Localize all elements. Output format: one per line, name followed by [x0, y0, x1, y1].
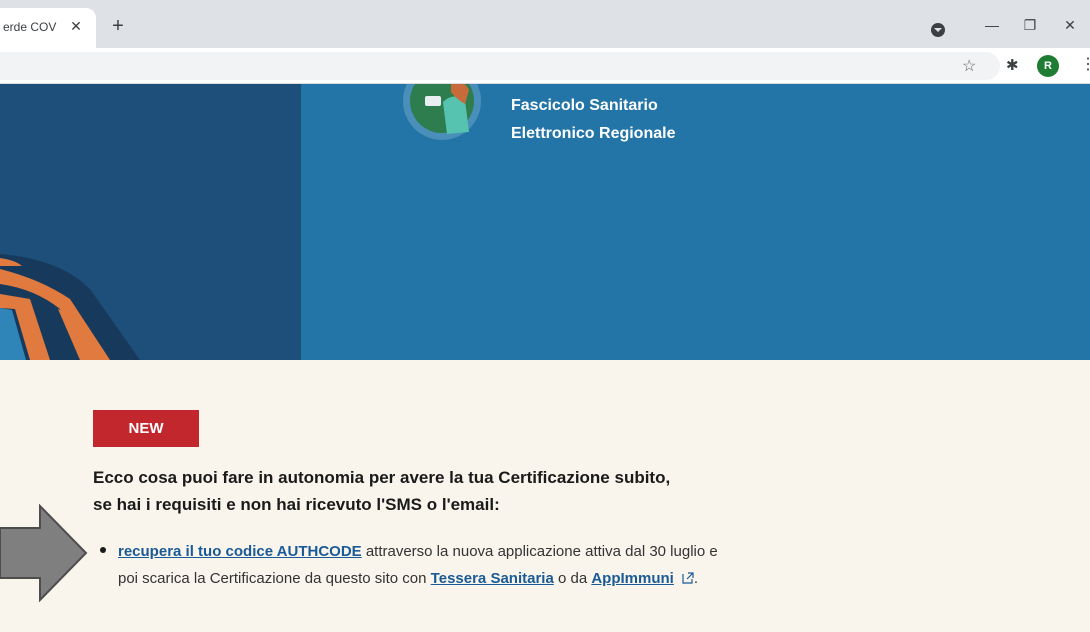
main-content: NEW Ecco cosa puoi fare in autonomia per… [0, 360, 1090, 632]
fse-logo-icon [403, 84, 481, 140]
authcode-link[interactable]: recupera il tuo codice AUTHCODE [118, 543, 362, 560]
car-illustration [0, 254, 140, 360]
external-link-icon[interactable] [682, 572, 694, 584]
appimmuni-link[interactable]: AppImmuni [591, 570, 674, 587]
profile-avatar[interactable]: R [1037, 55, 1059, 77]
tab-search-icon[interactable] [931, 23, 945, 37]
pointer-arrow-icon [0, 504, 88, 602]
address-bar[interactable] [0, 52, 1000, 80]
bullet-text-2: o da [553, 570, 592, 587]
tab-title: erde COV [3, 20, 57, 34]
hero-banner: Fascicolo Sanitario Elettronico Regional… [0, 84, 1090, 360]
window-close-icon[interactable]: ✕ [1060, 15, 1080, 35]
minimize-icon[interactable]: — [982, 15, 1002, 35]
new-badge: NEW [93, 410, 199, 447]
list-item: recupera il tuo codice AUTHCODE attraver… [118, 538, 718, 592]
site-title[interactable]: Fascicolo Sanitario Elettronico Regional… [511, 92, 675, 148]
browser-tab[interactable]: erde COV ✕ [0, 8, 96, 48]
new-tab-icon[interactable]: + [108, 16, 128, 36]
hero-illustration [0, 84, 301, 360]
tab-close-icon[interactable]: ✕ [68, 18, 84, 34]
restore-icon[interactable]: ❐ [1020, 15, 1040, 35]
tessera-sanitaria-link[interactable]: Tessera Sanitaria [431, 570, 554, 587]
extensions-icon[interactable]: ✱ [1006, 56, 1019, 74]
bullet-text-3: . [693, 570, 699, 587]
site-title-line1: Fascicolo Sanitario [511, 97, 658, 114]
browser-menu-icon[interactable]: ⋮ [1080, 54, 1090, 74]
site-title-line2: Elettronico Regionale [511, 125, 676, 142]
browser-toolbar: ☆ ✱ R ⋮ [0, 48, 1090, 84]
tab-strip: erde COV ✕ + — ❐ ✕ [0, 0, 1090, 48]
bookmark-star-icon[interactable]: ☆ [962, 56, 976, 76]
section-heading: Ecco cosa puoi fare in autonomia per ave… [93, 468, 671, 514]
